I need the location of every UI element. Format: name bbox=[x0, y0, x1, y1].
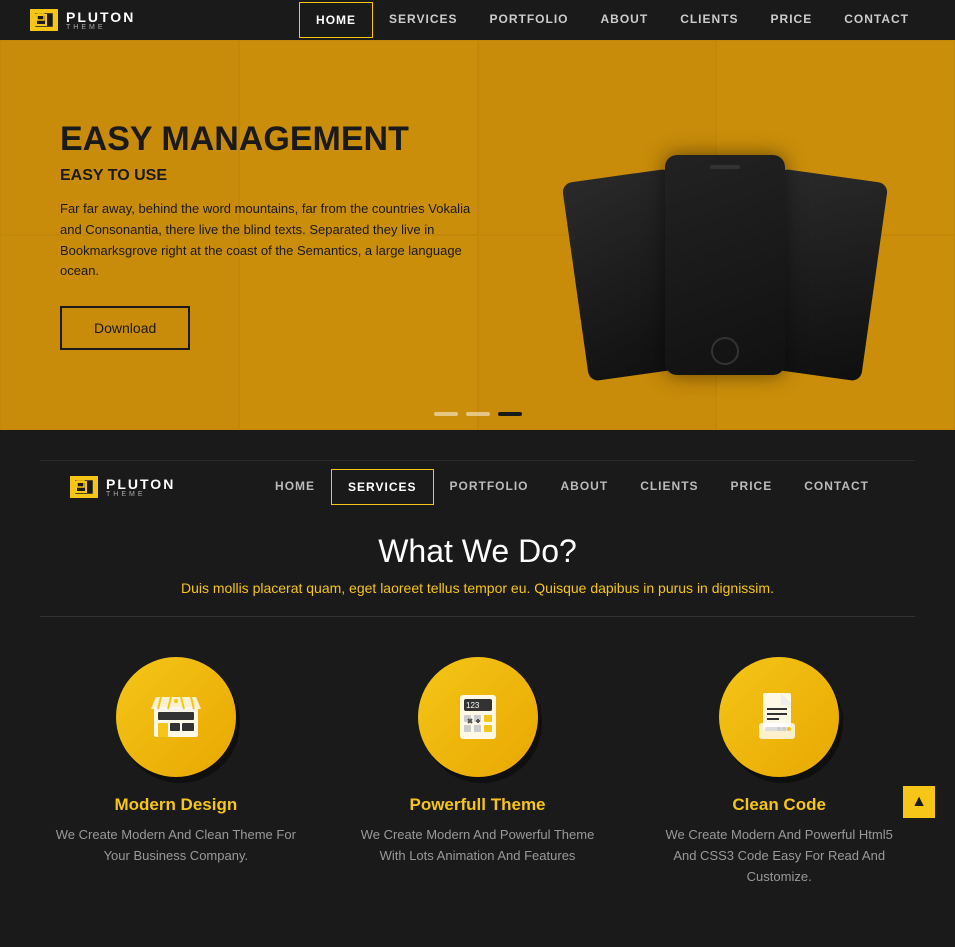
logo-icon bbox=[30, 9, 58, 31]
nav-item-clients[interactable]: CLIENTS bbox=[664, 2, 754, 38]
services-heading: What We Do? bbox=[40, 533, 915, 570]
services-divider bbox=[40, 616, 915, 617]
service-icon-design bbox=[116, 657, 236, 777]
nav2-item-about[interactable]: ABOUT bbox=[545, 469, 625, 505]
hero-phones bbox=[555, 85, 895, 385]
nav2-item-price[interactable]: PRICE bbox=[715, 469, 789, 505]
nav2-item-portfolio[interactable]: PORTFOLIO bbox=[434, 469, 545, 505]
nav-item-price[interactable]: PRICE bbox=[755, 2, 829, 38]
logo-icon-2 bbox=[70, 476, 98, 498]
phone-main bbox=[665, 155, 785, 375]
services-section: PLUTON THEME HOME SERVICES PORTFOLIO ABO… bbox=[0, 430, 955, 947]
nav2-item-home[interactable]: HOME bbox=[259, 469, 331, 505]
logo-text-2: PLUTON THEME bbox=[106, 477, 175, 498]
dot-2[interactable] bbox=[466, 412, 490, 416]
dot-3-active[interactable] bbox=[498, 412, 522, 416]
nav-item-contact[interactable]: CONTACT bbox=[828, 2, 925, 38]
scroll-up-button[interactable]: ▲ bbox=[903, 786, 935, 818]
top-nav: PLUTON THEME HOME SERVICES PORTFOLIO ABO… bbox=[0, 0, 955, 40]
services-cards: Modern Design We Create Modern And Clean… bbox=[40, 647, 915, 897]
service-card-theme: 123 Powerfull Theme We Create Modern And bbox=[342, 647, 614, 897]
calculator-icon: 123 bbox=[448, 687, 508, 747]
nav-item-about[interactable]: ABOUT bbox=[585, 2, 665, 38]
services-title: What We Do? bbox=[40, 533, 915, 570]
logo-2[interactable]: PLUTON THEME bbox=[70, 476, 175, 498]
service-desc-code: We Create Modern And Powerful Html5 And … bbox=[653, 825, 905, 887]
nav-item-services[interactable]: SERVICES bbox=[373, 2, 473, 38]
store-icon bbox=[146, 687, 206, 747]
hero-description: Far far away, behind the word mountains,… bbox=[60, 199, 490, 282]
nav2-item-contact[interactable]: CONTACT bbox=[788, 469, 885, 505]
second-nav: PLUTON THEME HOME SERVICES PORTFOLIO ABO… bbox=[40, 460, 915, 513]
hero-section: EASY MANAGEMENT EASY TO USE Far far away… bbox=[0, 40, 955, 430]
service-title-code: Clean Code bbox=[653, 795, 905, 815]
document-icon bbox=[749, 687, 809, 747]
brand-name-2: PLUTON bbox=[106, 477, 175, 491]
service-title-theme: Powerfull Theme bbox=[352, 795, 604, 815]
brand-sub: THEME bbox=[66, 24, 135, 31]
service-icon-theme: 123 bbox=[418, 657, 538, 777]
hero-title: EASY MANAGEMENT bbox=[60, 120, 490, 159]
dot-1[interactable] bbox=[434, 412, 458, 416]
svg-text:123: 123 bbox=[466, 701, 480, 710]
brand-name: PLUTON bbox=[66, 10, 135, 24]
service-title-design: Modern Design bbox=[50, 795, 302, 815]
download-button[interactable]: Download bbox=[60, 306, 190, 350]
brand-sub-2: THEME bbox=[106, 491, 175, 498]
service-icon-code bbox=[719, 657, 839, 777]
nav-item-portfolio[interactable]: PORTFOLIO bbox=[474, 2, 585, 38]
hero-dots bbox=[434, 412, 522, 416]
scroll-up-arrow: ▲ bbox=[911, 793, 927, 811]
logo[interactable]: PLUTON THEME bbox=[30, 9, 135, 31]
services-subtext: Duis mollis placerat quam, eget laoreet … bbox=[40, 580, 915, 596]
nav-item-home[interactable]: HOME bbox=[299, 2, 373, 38]
hero-content: EASY MANAGEMENT EASY TO USE Far far away… bbox=[0, 40, 955, 430]
hero-subtitle: EASY TO USE bbox=[60, 167, 490, 185]
nav2-item-clients[interactable]: CLIENTS bbox=[624, 469, 714, 505]
hero-text: EASY MANAGEMENT EASY TO USE Far far away… bbox=[60, 120, 490, 350]
service-desc-theme: We Create Modern And Powerful Theme With… bbox=[352, 825, 604, 867]
nav-links-2: HOME SERVICES PORTFOLIO ABOUT CLIENTS PR… bbox=[259, 469, 885, 505]
nav-links: HOME SERVICES PORTFOLIO ABOUT CLIENTS PR… bbox=[299, 2, 925, 38]
service-card-design: Modern Design We Create Modern And Clean… bbox=[40, 647, 312, 897]
service-desc-design: We Create Modern And Clean Theme For You… bbox=[50, 825, 302, 867]
logo-text: PLUTON THEME bbox=[66, 10, 135, 31]
nav2-item-services[interactable]: SERVICES bbox=[331, 469, 433, 505]
service-card-code: Clean Code We Create Modern And Powerful… bbox=[643, 647, 915, 897]
